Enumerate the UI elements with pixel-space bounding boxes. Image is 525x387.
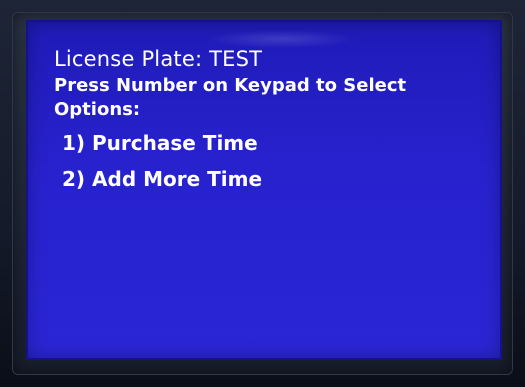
display-screen: License Plate: TEST Press Number on Keyp… <box>26 20 502 360</box>
screen-content: License Plate: TEST Press Number on Keyp… <box>54 46 482 202</box>
parking-kiosk-device: License Plate: TEST Press Number on Keyp… <box>0 0 525 387</box>
license-plate-label: License Plate: TEST <box>54 47 263 71</box>
instructions-text: Press Number on Keypad to Select Options… <box>54 75 407 120</box>
option-purchase-time[interactable]: 1) Purchase Time <box>62 130 482 156</box>
option-add-more-time[interactable]: 2) Add More Time <box>62 166 482 192</box>
options-list: 1) Purchase Time 2) Add More Time <box>62 130 482 192</box>
